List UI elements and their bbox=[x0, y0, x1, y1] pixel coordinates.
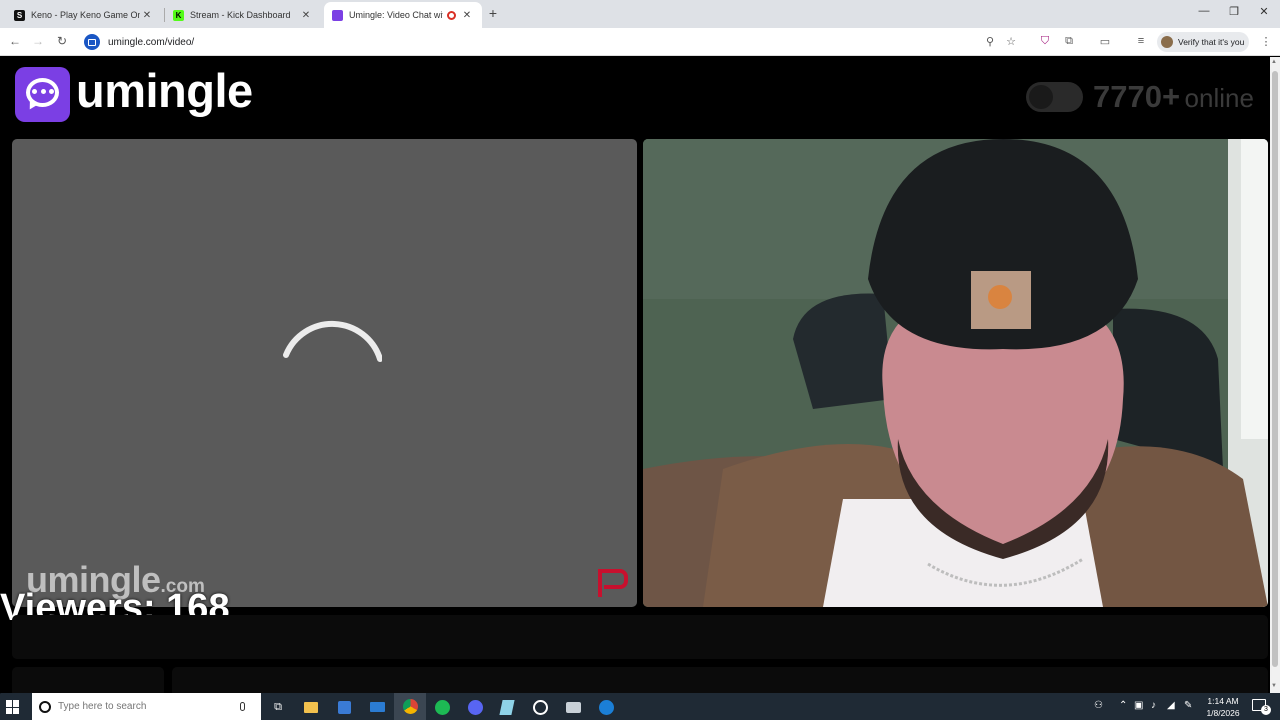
loading-spinner-icon bbox=[283, 320, 382, 362]
cast-icon[interactable]: ▭ bbox=[1098, 35, 1112, 48]
tray-expand-icon[interactable]: ⌃ bbox=[1119, 700, 1127, 711]
extension-shield-icon[interactable]: ⛉ bbox=[1038, 35, 1052, 48]
chrome-icon bbox=[402, 699, 418, 714]
notes-icon[interactable] bbox=[497, 697, 517, 717]
back-icon[interactable]: ← bbox=[7, 34, 23, 48]
theme-toggle[interactable] bbox=[1026, 82, 1083, 112]
people-icon[interactable]: ⚇ bbox=[1094, 700, 1103, 711]
menu-kebab-icon[interactable]: ⋮ bbox=[1259, 35, 1273, 48]
printer-icon[interactable] bbox=[563, 697, 583, 717]
mouse-cursor-icon bbox=[0, 682, 7, 694]
address-bar[interactable]: umingle.com/video/ bbox=[80, 31, 1030, 53]
online-count: 7770+ bbox=[1093, 79, 1181, 114]
bookmark-star-icon[interactable]: ☆ bbox=[1004, 35, 1018, 48]
browser-tab-strip: S Keno - Play Keno Game Online ✕ K Strea… bbox=[0, 0, 1280, 28]
wifi-icon[interactable]: ◢ bbox=[1167, 700, 1175, 711]
toggle-knob bbox=[1029, 85, 1053, 109]
tab-title: Stream - Kick Dashboard bbox=[190, 10, 291, 20]
site-info-icon[interactable] bbox=[84, 34, 100, 50]
windows-taskbar: ⧉ ⚇ ⌃ ▣ ♪ ◢ ✎ 1:14 AM 1/8/2026 3 bbox=[0, 693, 1280, 720]
brand-name[interactable]: umingle bbox=[76, 63, 253, 118]
forward-icon[interactable]: → bbox=[30, 34, 46, 48]
task-view-icon[interactable]: ⧉ bbox=[268, 697, 288, 717]
close-tab-icon[interactable]: ✕ bbox=[460, 10, 474, 21]
windows-start-icon[interactable] bbox=[6, 700, 20, 714]
obs-icon[interactable] bbox=[530, 697, 550, 717]
close-window-icon[interactable]: ✕ bbox=[1249, 5, 1279, 18]
scrollbar-thumb[interactable] bbox=[1272, 71, 1278, 667]
pen-icon[interactable]: ✎ bbox=[1184, 700, 1192, 711]
umingle-logo[interactable] bbox=[15, 67, 70, 122]
discord-icon[interactable] bbox=[465, 697, 485, 717]
clock-date: 1/8/2026 bbox=[1206, 708, 1240, 718]
close-tab-icon[interactable]: ✕ bbox=[140, 10, 154, 21]
restore-icon[interactable]: ❐ bbox=[1219, 5, 1249, 18]
chat-dots-icon bbox=[32, 89, 54, 95]
profile-verify-button[interactable]: Verify that it's you bbox=[1157, 32, 1249, 52]
online-counter: 7770+ online bbox=[1093, 79, 1254, 115]
umingle-favicon-icon bbox=[332, 9, 343, 21]
kick-favicon-icon: K bbox=[173, 9, 184, 21]
clock-time: 1:14 AM bbox=[1207, 696, 1239, 706]
chat-control-bar bbox=[12, 615, 1268, 659]
taskbar-search[interactable] bbox=[32, 693, 261, 720]
stranger-video: umingle.com bbox=[12, 139, 637, 607]
recording-icon bbox=[447, 10, 456, 20]
tab-umingle[interactable]: Umingle: Video Chat with S ✕ bbox=[324, 2, 482, 28]
chrome-taskbar-button[interactable] bbox=[394, 693, 426, 720]
tab-keno[interactable]: S Keno - Play Keno Game Online ✕ bbox=[6, 2, 162, 28]
notification-count-badge: 3 bbox=[1261, 705, 1271, 715]
minimize-icon[interactable]: — bbox=[1189, 5, 1219, 17]
spotify-icon[interactable] bbox=[432, 697, 452, 717]
store-icon[interactable] bbox=[334, 697, 354, 717]
scroll-up-icon[interactable]: ▲ bbox=[1271, 59, 1277, 65]
volume-icon[interactable]: ♪ bbox=[1151, 700, 1156, 711]
reload-icon[interactable]: ↻ bbox=[54, 34, 70, 48]
taskbar-search-input[interactable] bbox=[58, 701, 238, 712]
close-tab-icon[interactable]: ✕ bbox=[299, 10, 313, 21]
network-icon[interactable]: ▣ bbox=[1134, 700, 1143, 711]
file-explorer-icon[interactable] bbox=[301, 697, 321, 717]
self-video bbox=[643, 139, 1268, 607]
umingle-page: umingle 7770+ online umingle.com Viewers… bbox=[0, 57, 1270, 697]
p-brand-icon bbox=[598, 569, 628, 597]
avatar bbox=[1161, 36, 1173, 48]
extensions-icon[interactable]: ⧉ bbox=[1062, 35, 1076, 48]
tab-title: Keno - Play Keno Game Online bbox=[31, 10, 140, 20]
microphone-icon[interactable] bbox=[240, 702, 245, 711]
keno-favicon-icon: S bbox=[14, 9, 25, 21]
browser-toolbar: ← → ↻ umingle.com/video/ ⚲ ☆ ⛉ ⧉ ▭ ≡ Ver… bbox=[0, 28, 1280, 56]
verify-label: Verify that it's you bbox=[1178, 37, 1245, 47]
tab-kick-dashboard[interactable]: K Stream - Kick Dashboard ✕ bbox=[165, 2, 321, 28]
cortana-icon bbox=[39, 700, 51, 713]
page-scrollbar[interactable]: ▲ ▼ bbox=[1270, 57, 1280, 693]
online-label: online bbox=[1184, 83, 1254, 113]
edge-icon[interactable] bbox=[596, 697, 616, 717]
url-text[interactable]: umingle.com/video/ bbox=[108, 37, 194, 48]
tab-title: Umingle: Video Chat with S bbox=[349, 10, 443, 20]
taskbar-clock[interactable]: 1:14 AM 1/8/2026 bbox=[1200, 695, 1246, 719]
mail-icon[interactable] bbox=[367, 697, 387, 717]
media-control-icon[interactable]: ≡ bbox=[1134, 35, 1148, 47]
webcam-feed-image bbox=[643, 139, 1268, 607]
new-tab-button[interactable]: + bbox=[486, 5, 500, 21]
scroll-down-icon[interactable]: ▼ bbox=[1271, 683, 1277, 689]
zoom-icon[interactable]: ⚲ bbox=[983, 35, 997, 48]
